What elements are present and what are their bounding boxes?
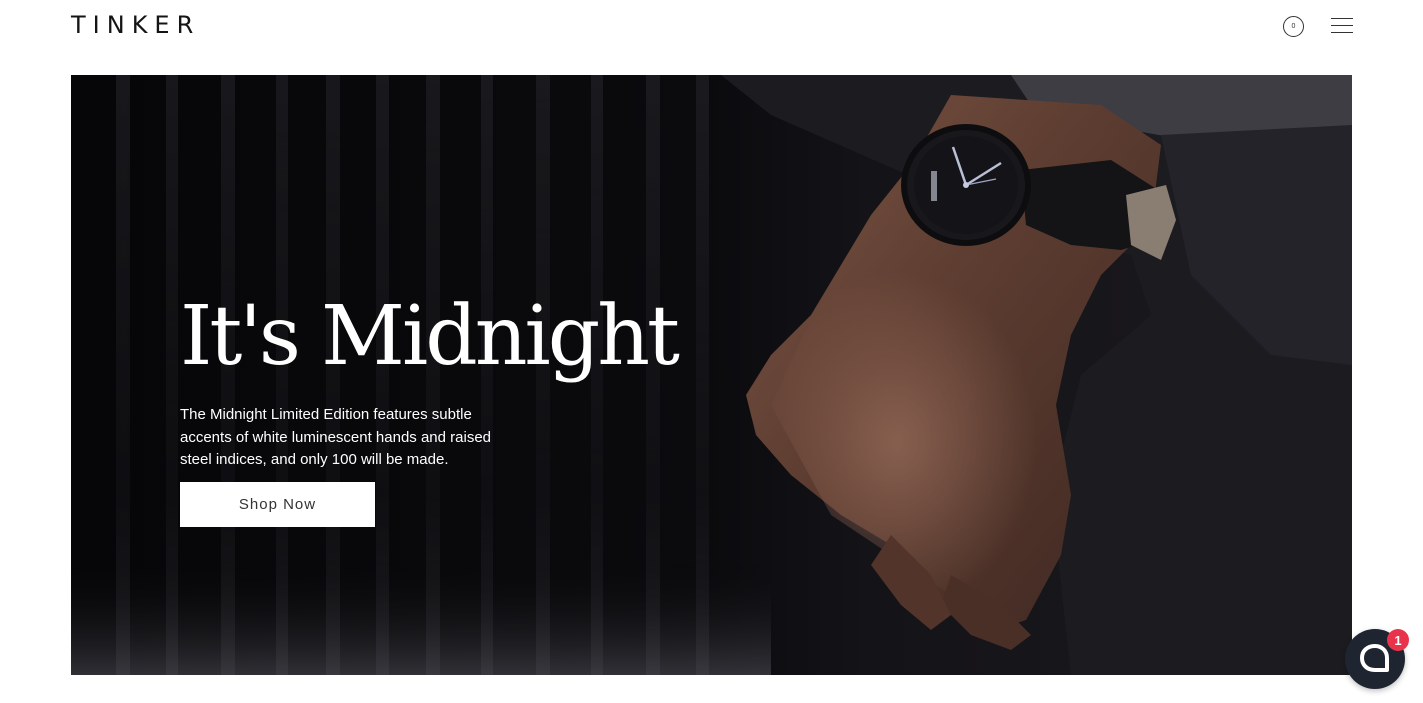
menu-line-middle	[1331, 25, 1353, 27]
hero-title: It's Midnight	[180, 289, 680, 384]
shop-now-button[interactable]: Shop Now	[180, 482, 375, 527]
site-header: TINKER 0	[0, 0, 1423, 60]
cart-count: 0	[1291, 23, 1296, 30]
menu-line-top	[1331, 18, 1353, 20]
chat-notification-badge: 1	[1387, 629, 1409, 651]
hero-banner: It's Midnight The Midnight Limited Editi…	[71, 75, 1352, 675]
chat-bubble-icon	[1360, 644, 1389, 672]
hamburger-menu-icon[interactable]	[1331, 17, 1353, 35]
menu-line-bottom	[1331, 32, 1353, 34]
brand-logo[interactable]: TINKER	[71, 11, 200, 39]
hero-description: The Midnight Limited Edition features su…	[180, 406, 492, 468]
cart-button[interactable]: 0	[1283, 16, 1304, 37]
